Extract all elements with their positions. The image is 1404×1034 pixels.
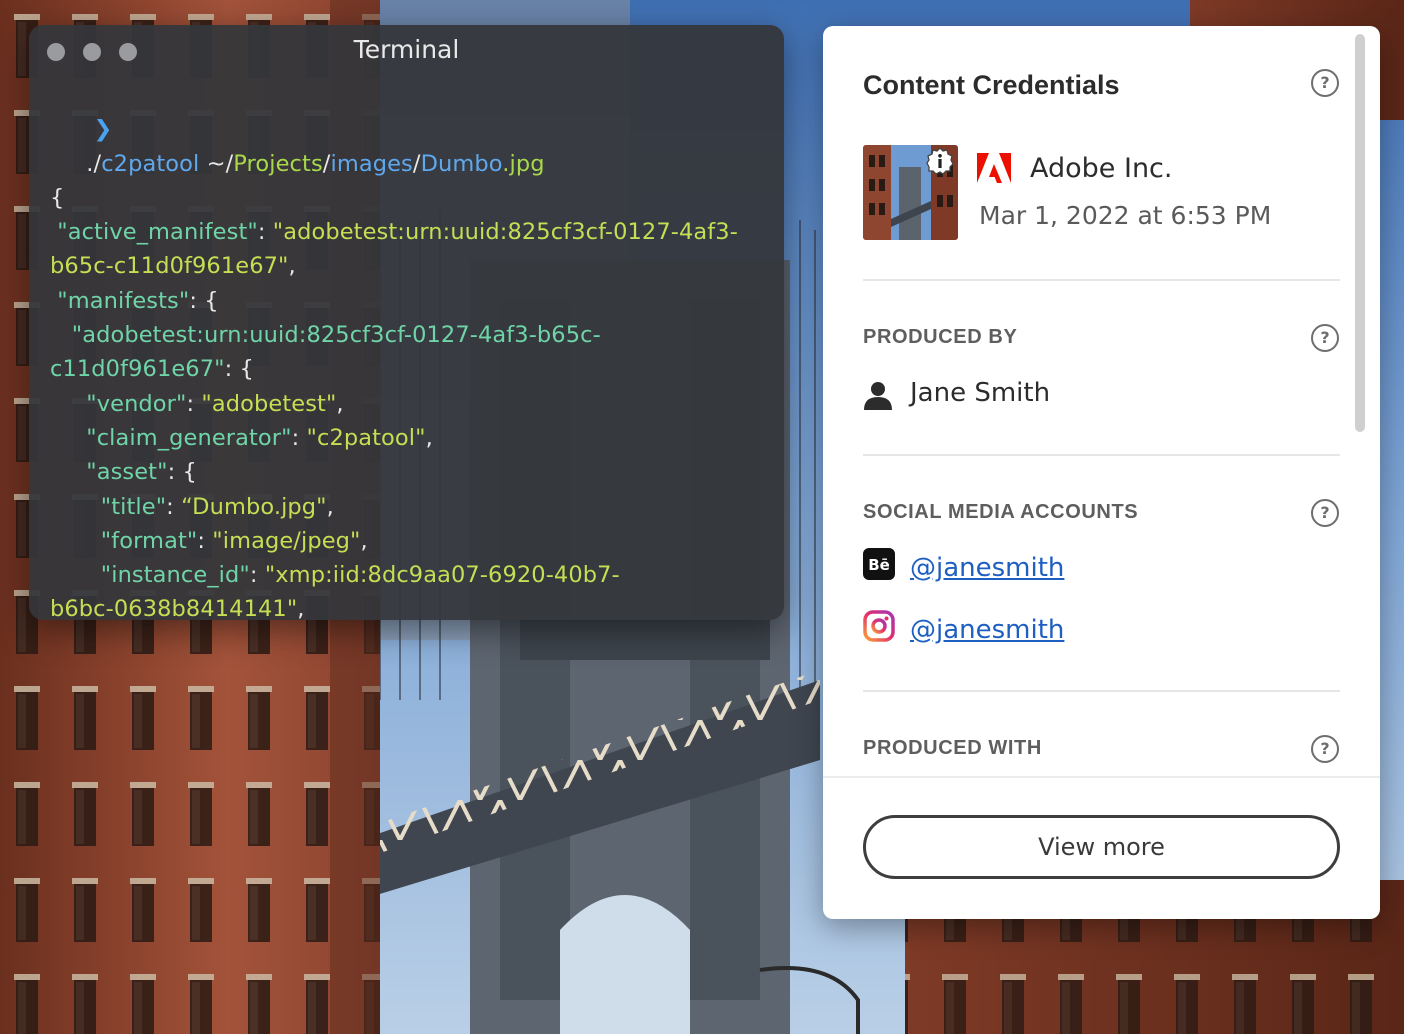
adobe-logo-icon <box>977 153 1011 183</box>
produced-by-help-icon[interactable]: ? <box>1311 324 1339 352</box>
command-segment: ~/ <box>199 150 234 177</box>
output-token: "xmp:iid:8dc9aa07-6920-40b7- <box>264 562 620 589</box>
output-token: "asset" <box>50 459 168 486</box>
social-accounts-help-icon[interactable]: ? <box>1311 499 1339 527</box>
output-token: b65c-c11d0f961e67" <box>50 253 289 280</box>
terminal-output-line: b6bc-0638b8414141", <box>50 592 770 620</box>
help-icon[interactable]: ? <box>1311 69 1339 97</box>
output-token: "adobetest:urn:uuid:825cf3cf-0127-4af3- <box>272 219 738 246</box>
panel-scrollbar[interactable] <box>1355 34 1365 432</box>
behance-icon: Bē <box>863 548 895 580</box>
output-token: , <box>297 596 305 620</box>
output-token: "format" <box>50 527 198 554</box>
output-token: "image/jpeg" <box>212 527 361 554</box>
terminal-output-line: "active_manifest": "adobetest:urn:uuid:8… <box>50 215 770 249</box>
output-token: : <box>186 390 202 417</box>
terminal-output-line: "asset": { <box>50 455 770 489</box>
output-token: : <box>257 219 273 246</box>
terminal-output-line: "vendor": "adobetest", <box>50 387 770 421</box>
terminal-output-line: { <box>50 181 770 215</box>
instagram-account-link[interactable]: @janesmith <box>910 615 1064 645</box>
output-token: { <box>50 184 65 211</box>
output-token: "instance_id" <box>50 562 250 589</box>
terminal-output-line: "format": "image/jpeg", <box>50 524 770 558</box>
terminal-output[interactable]: ❯ ./c2patool ~/Projects/images/Dumbo.jpg… <box>50 78 770 620</box>
command-segment: ./ <box>79 150 102 177</box>
issued-date: Mar 1, 2022 at 6:53 PM <box>979 201 1272 230</box>
output-token: , <box>425 424 433 451</box>
output-token: "adobetest:urn:uuid:825cf3cf-0127-4af3-b… <box>50 322 601 349</box>
person-icon <box>864 382 892 410</box>
command-segment: Projects <box>233 150 323 177</box>
output-token: : { <box>224 356 254 383</box>
output-token: , <box>336 390 344 417</box>
terminal-output-line: c11d0f961e67": { <box>50 352 770 386</box>
behance-badge-text: Bē <box>868 556 890 574</box>
output-token: "c2patool" <box>306 424 426 451</box>
produced-with-heading: PRODUCED WITH <box>863 737 1042 759</box>
panel-scroll-area[interactable]: Content Credentials ? Adobe Inc. Mar 1, … <box>823 26 1380 778</box>
output-token: : { <box>167 459 197 486</box>
terminal-titlebar[interactable]: Terminal <box>29 25 784 77</box>
instagram-icon <box>863 610 895 642</box>
behance-account-link[interactable]: @janesmith <box>910 553 1064 583</box>
output-token: "adobetest" <box>201 390 337 417</box>
terminal-output-line: "adobetest:urn:uuid:825cf3cf-0127-4af3-b… <box>50 318 770 352</box>
command-line: ❯ ./c2patool ~/Projects/images/Dumbo.jpg <box>50 78 770 181</box>
social-accounts-heading: SOCIAL MEDIA ACCOUNTS <box>863 501 1139 523</box>
terminal-output-line: "claim_generator": "c2patool", <box>50 421 770 455</box>
terminal-output-line: "instance_id": "xmp:iid:8dc9aa07-6920-40… <box>50 558 770 592</box>
command-segment: Dumbo <box>420 150 503 177</box>
command-segment: c2patool <box>101 150 200 177</box>
output-token: : <box>166 493 182 520</box>
footer-divider <box>823 776 1380 778</box>
view-more-button[interactable]: View more <box>863 815 1340 879</box>
issuer-name: Adobe Inc. <box>1030 153 1173 184</box>
output-token: “Dumbo.jpg" <box>181 493 327 520</box>
output-token: "claim_generator" <box>50 424 292 451</box>
command-segment: / <box>412 150 421 177</box>
output-token: "manifests" <box>50 287 190 314</box>
output-token: b6bc-0638b8414141" <box>50 596 298 620</box>
output-token: "active_manifest" <box>50 219 258 246</box>
terminal-window[interactable]: Terminal ❯ ./c2patool ~/Projects/images/… <box>29 25 784 620</box>
credential-info-icon[interactable] <box>926 147 954 175</box>
produced-with-help-icon[interactable]: ? <box>1311 735 1339 763</box>
output-token: , <box>360 527 368 554</box>
producer-name: Jane Smith <box>910 378 1051 408</box>
output-token: : <box>249 562 265 589</box>
content-credentials-panel: Content Credentials ? Adobe Inc. Mar 1, … <box>823 26 1380 919</box>
output-token: , <box>288 253 296 280</box>
command-segment: .jpg <box>502 150 545 177</box>
terminal-output-line: "manifests": { <box>50 284 770 318</box>
output-token: "vendor" <box>50 390 187 417</box>
terminal-output-line: "title": “Dumbo.jpg", <box>50 490 770 524</box>
prompt-icon: ❯ <box>93 116 113 143</box>
output-token: : <box>197 527 213 554</box>
output-token: : { <box>189 287 219 314</box>
terminal-title: Terminal <box>353 35 460 64</box>
output-token: c11d0f961e67" <box>50 356 225 383</box>
section-divider <box>863 454 1340 456</box>
terminal-output-line: b65c-c11d0f961e67", <box>50 249 770 283</box>
produced-by-heading: PRODUCED BY <box>863 326 1018 348</box>
output-token: , <box>326 493 334 520</box>
output-token: "title" <box>50 493 167 520</box>
panel-title: Content Credentials <box>863 70 1120 100</box>
section-divider <box>863 279 1340 281</box>
command-segment: images <box>330 150 413 177</box>
output-token: : <box>291 424 307 451</box>
section-divider <box>863 690 1340 692</box>
